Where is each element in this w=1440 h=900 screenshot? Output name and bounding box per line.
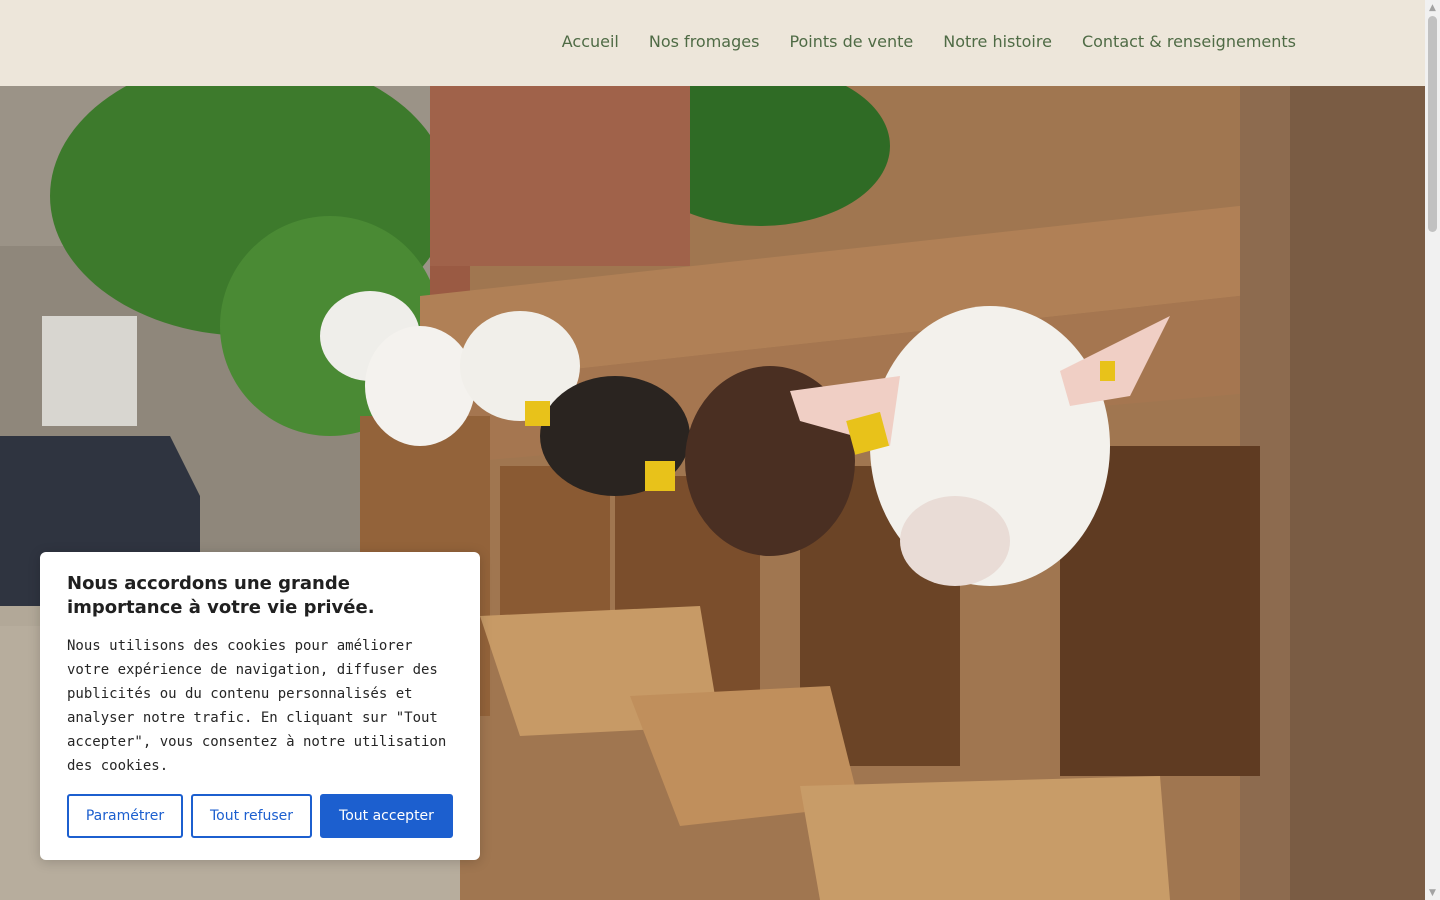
cookie-settings-button[interactable]: Paramétrer <box>67 794 183 838</box>
site-header: Accueil Nos fromages Points de vente Not… <box>0 0 1425 86</box>
nav-contact[interactable]: Contact & renseignements <box>1082 31 1296 53</box>
cookie-reject-button[interactable]: Tout refuser <box>191 794 312 838</box>
main-nav: Accueil Nos fromages Points de vente Not… <box>532 31 1296 53</box>
nav-points-de-vente[interactable]: Points de vente <box>789 31 913 53</box>
page-scrollbar[interactable]: ▲ ▼ <box>1425 0 1440 900</box>
cookie-title: Nous accordons une grande importance à v… <box>67 573 375 618</box>
cookie-accept-button[interactable]: Tout accepter <box>320 794 453 838</box>
scroll-up-arrow-icon[interactable]: ▲ <box>1425 0 1440 15</box>
cookie-description: Nous utilisons des cookies pour améliore… <box>67 638 447 774</box>
scroll-down-arrow-icon[interactable]: ▼ <box>1425 885 1440 900</box>
cookie-buttons: Paramétrer Tout refuser Tout accepter <box>67 794 453 838</box>
cookie-banner: Nous accordons une grande importance à v… <box>40 552 480 860</box>
nav-notre-histoire[interactable]: Notre histoire <box>943 31 1052 53</box>
nav-nos-fromages[interactable]: Nos fromages <box>649 31 760 53</box>
nav-accueil[interactable]: Accueil <box>562 31 619 53</box>
scrollbar-thumb[interactable] <box>1428 16 1437 232</box>
